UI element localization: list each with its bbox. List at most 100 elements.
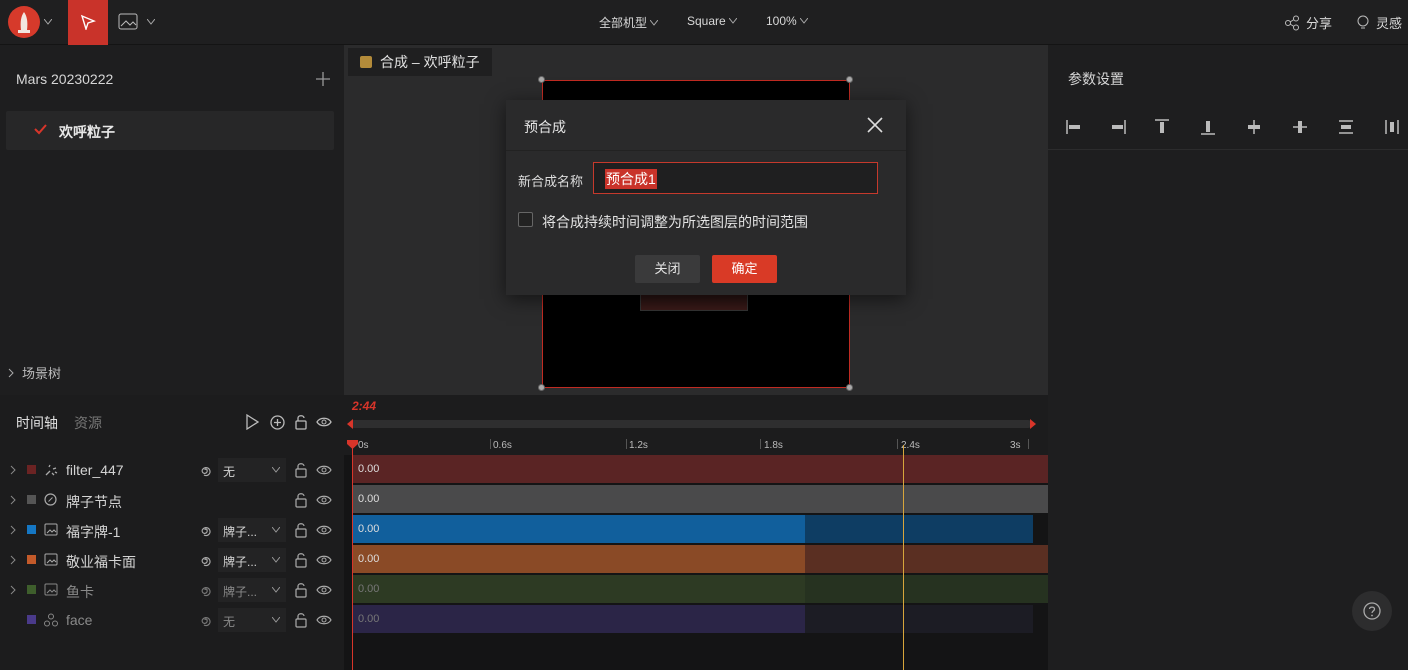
- spiral-link-icon[interactable]: [199, 463, 213, 477]
- resize-handle[interactable]: [846, 384, 853, 391]
- parent-select[interactable]: 无: [218, 458, 286, 482]
- lock-icon[interactable]: [295, 582, 307, 598]
- align-bottom-icon[interactable]: [1198, 117, 1218, 137]
- parent-select[interactable]: 牌子...: [218, 578, 286, 602]
- check-icon: [34, 124, 47, 135]
- layer-row[interactable]: 鱼卡 牌子...: [0, 575, 344, 605]
- chevron-down-icon: [272, 557, 280, 563]
- composition-name-input[interactable]: 预合成1: [593, 162, 878, 194]
- composition-item[interactable]: 欢呼粒子: [6, 111, 334, 150]
- layer-row[interactable]: 牌子节点: [0, 485, 344, 515]
- layer-row[interactable]: 敬业福卡面 牌子...: [0, 545, 344, 575]
- zoom-select[interactable]: 100%: [766, 14, 808, 28]
- range-end-handle[interactable]: [1030, 419, 1036, 429]
- distribute-horizontal-icon[interactable]: [1382, 117, 1402, 137]
- track-bar[interactable]: 0.00: [353, 575, 1048, 603]
- lock-icon[interactable]: [295, 552, 307, 568]
- chevron-down-icon[interactable]: [147, 19, 155, 25]
- cancel-button[interactable]: 关闭: [635, 255, 700, 283]
- help-button[interactable]: [1352, 591, 1392, 631]
- range-start-handle[interactable]: [347, 419, 353, 429]
- track-bar[interactable]: 0.00: [353, 485, 1048, 513]
- eye-icon[interactable]: [316, 614, 332, 626]
- eye-icon[interactable]: [316, 524, 332, 536]
- layer-list: filter_447 无牌子节点 福字牌-1 牌子... 敬业福卡面 牌子... 鱼卡 牌子.…: [0, 455, 344, 670]
- add-circle-icon[interactable]: [270, 415, 285, 430]
- composition-item-label: 欢呼粒子: [59, 124, 115, 140]
- chevron-right-icon[interactable]: [10, 525, 16, 535]
- chevron-right-icon[interactable]: [10, 585, 16, 595]
- parent-select[interactable]: 无: [218, 608, 286, 632]
- null-node-icon: [44, 493, 57, 506]
- align-right-icon[interactable]: [1108, 117, 1128, 137]
- layer-row[interactable]: 福字牌-1 牌子...: [0, 515, 344, 545]
- ratio-select[interactable]: Square: [687, 14, 737, 28]
- parent-select[interactable]: 牌子...: [218, 548, 286, 572]
- panel-title: 参数设置: [1068, 71, 1124, 87]
- track-bar[interactable]: 0.00: [353, 515, 1033, 543]
- playhead-marker[interactable]: [347, 440, 358, 449]
- resize-handle[interactable]: [538, 76, 545, 83]
- scene-tree-toggle[interactable]: 场景树: [8, 363, 61, 382]
- chevron-right-icon[interactable]: [10, 495, 16, 505]
- layer-row[interactable]: face 无: [0, 605, 344, 635]
- end-marker-line[interactable]: [903, 445, 904, 670]
- resize-handle[interactable]: [846, 76, 853, 83]
- tab-composition[interactable]: 合成 – 欢呼粒子: [348, 48, 492, 76]
- eye-icon[interactable]: [316, 494, 332, 506]
- adjust-duration-checkbox[interactable]: [518, 212, 533, 227]
- layer-row[interactable]: filter_447 无: [0, 455, 344, 485]
- lock-icon[interactable]: [295, 612, 307, 628]
- image-icon: [44, 583, 58, 596]
- close-icon[interactable]: [866, 116, 884, 134]
- playhead[interactable]: [352, 445, 353, 670]
- layer-color-swatch: [27, 585, 36, 594]
- distribute-vertical-icon[interactable]: [1336, 117, 1356, 137]
- app-logo[interactable]: [8, 6, 40, 38]
- track-value: 0.00: [358, 493, 380, 505]
- tick-label: 0.6s: [493, 440, 512, 451]
- play-icon[interactable]: [245, 414, 259, 430]
- align-left-icon[interactable]: [1064, 117, 1084, 137]
- align-center-horizontal-icon[interactable]: [1290, 117, 1310, 137]
- eye-icon[interactable]: [316, 416, 332, 428]
- model-icon: [44, 613, 58, 627]
- lock-icon[interactable]: [295, 414, 307, 430]
- eye-icon[interactable]: [316, 584, 332, 596]
- chevron-right-icon[interactable]: [10, 465, 16, 475]
- track-bar[interactable]: 0.00: [353, 455, 1048, 483]
- spiral-link-icon[interactable]: [199, 553, 213, 567]
- eye-icon[interactable]: [316, 464, 332, 476]
- tab-timeline[interactable]: 时间轴: [16, 413, 58, 433]
- chevron-down-icon[interactable]: [44, 19, 52, 25]
- select-tool-button[interactable]: [68, 0, 108, 45]
- eye-icon[interactable]: [316, 554, 332, 566]
- spiral-link-icon[interactable]: [199, 523, 213, 537]
- align-top-icon[interactable]: [1152, 117, 1172, 137]
- track-bar[interactable]: 0.00: [353, 605, 1033, 633]
- scrub-bar[interactable]: [350, 420, 1032, 428]
- lock-icon[interactable]: [295, 492, 307, 508]
- spiral-link-icon[interactable]: [199, 583, 213, 597]
- confirm-button[interactable]: 确定: [712, 255, 777, 283]
- lock-icon[interactable]: [295, 522, 307, 538]
- parent-select[interactable]: 牌子...: [218, 518, 286, 542]
- inspiration-button[interactable]: 灵感: [1356, 13, 1402, 32]
- lock-icon[interactable]: [295, 462, 307, 478]
- spiral-link-icon[interactable]: [199, 613, 213, 627]
- precompose-dialog: 预合成 新合成名称 预合成1 将合成持续时间调整为所选图层的时间范围 关闭 确定: [506, 100, 906, 295]
- layer-name: 鱼卡: [66, 584, 94, 600]
- image-tool-button[interactable]: [118, 13, 138, 31]
- chevron-right-icon[interactable]: [10, 555, 16, 565]
- tick-label: 3s: [1010, 440, 1021, 451]
- tab-assets[interactable]: 资源: [74, 413, 102, 433]
- track-bar[interactable]: 0.00: [353, 545, 1048, 573]
- cursor-icon: [80, 14, 96, 30]
- layer-color-swatch: [27, 525, 36, 534]
- add-icon[interactable]: [316, 72, 330, 86]
- layer-name: 敬业福卡面: [66, 554, 136, 570]
- share-button[interactable]: 分享: [1284, 13, 1332, 32]
- align-center-vertical-icon[interactable]: [1244, 117, 1264, 137]
- device-select[interactable]: 全部机型: [599, 14, 659, 31]
- resize-handle[interactable]: [538, 384, 545, 391]
